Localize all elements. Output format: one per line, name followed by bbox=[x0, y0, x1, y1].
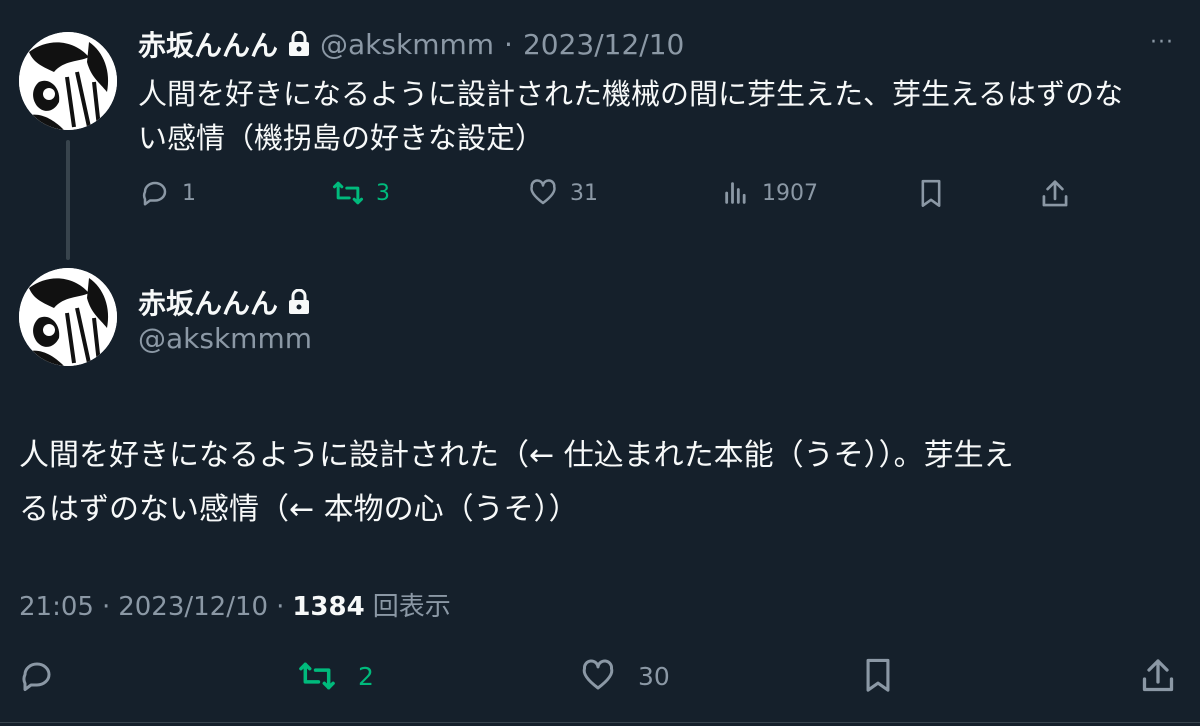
views-count: 1384 bbox=[292, 592, 365, 622]
retweet-button[interactable]: 3 bbox=[332, 178, 390, 208]
tweet1-text: 人間を好きになるように設計された機械の間に芽生えた、芽生えるはずのな い感情（機… bbox=[138, 72, 1188, 160]
views-count: 1907 bbox=[762, 180, 818, 206]
tweet-time: 21:05 bbox=[19, 592, 94, 622]
display-name[interactable]: 赤坂んんん bbox=[138, 24, 278, 64]
reply-count: 1 bbox=[182, 180, 196, 206]
lock-icon bbox=[288, 289, 310, 315]
retweet-count: 3 bbox=[376, 180, 390, 206]
tweet2-name-row: 赤坂んんん bbox=[138, 282, 310, 322]
like-icon bbox=[580, 658, 616, 694]
views-button[interactable]: 1907 bbox=[722, 178, 818, 208]
retweet-icon bbox=[332, 178, 364, 208]
tweet1-header: 赤坂んんん @akskmmm · 2023/12/10 bbox=[138, 24, 684, 64]
tweet2-text-line2: るはずのない感情（← 本物の心（うそ）） bbox=[19, 492, 579, 527]
separator: · bbox=[504, 27, 513, 61]
tweet-date: 2023/12/10 bbox=[118, 592, 269, 622]
tweet2-text: 人間を好きになるように設計された（← 仕込まれた本能（うそ））。芽生え るはずの… bbox=[19, 429, 1189, 537]
share-icon[interactable] bbox=[1140, 656, 1176, 696]
avatar-art-icon bbox=[19, 268, 117, 366]
retweet-icon bbox=[298, 658, 336, 694]
like-icon bbox=[528, 178, 558, 208]
avatar-art-icon bbox=[19, 32, 117, 130]
divider bbox=[0, 722, 1200, 723]
like-button[interactable]: 31 bbox=[528, 178, 598, 208]
separator: · bbox=[276, 592, 285, 622]
handle[interactable]: @akskmmm bbox=[138, 322, 312, 355]
retweet-count: 2 bbox=[358, 661, 374, 691]
avatar[interactable] bbox=[19, 268, 117, 366]
reply-icon bbox=[19, 658, 55, 694]
bookmark-icon[interactable] bbox=[917, 178, 945, 210]
like-count: 30 bbox=[638, 661, 670, 691]
like-button[interactable]: 30 bbox=[580, 658, 670, 694]
handle[interactable]: @akskmmm bbox=[320, 28, 494, 61]
share-icon[interactable] bbox=[1040, 178, 1070, 210]
lock-icon bbox=[288, 31, 310, 57]
views-icon bbox=[722, 178, 750, 208]
tweet2-meta: 21:05 · 2023/12/10 · 1384 回表示 bbox=[19, 586, 451, 623]
reply-button[interactable]: 1 bbox=[140, 178, 196, 208]
tweet1-text-line2: い感情（機拐島の好きな設定） bbox=[138, 121, 545, 155]
separator: · bbox=[101, 592, 111, 622]
reply-icon bbox=[140, 178, 170, 208]
like-count: 31 bbox=[570, 180, 598, 206]
tweet-date[interactable]: 2023/12/10 bbox=[523, 28, 684, 61]
views-label: 回表示 bbox=[372, 592, 451, 622]
bookmark-icon[interactable] bbox=[861, 656, 895, 696]
reply-button[interactable] bbox=[19, 658, 55, 694]
retweet-button[interactable]: 2 bbox=[298, 658, 374, 694]
tweet1-text-line1: 人間を好きになるように設計された機械の間に芽生えた、芽生えるはずのな bbox=[138, 77, 1124, 111]
display-name[interactable]: 赤坂んんん bbox=[138, 282, 278, 322]
avatar[interactable] bbox=[19, 32, 117, 130]
thread-line bbox=[66, 140, 70, 260]
more-icon[interactable]: ··· bbox=[1150, 30, 1174, 55]
tweet2-text-line1: 人間を好きになるように設計された（← 仕込まれた本能（うそ））。芽生え bbox=[19, 438, 1014, 473]
